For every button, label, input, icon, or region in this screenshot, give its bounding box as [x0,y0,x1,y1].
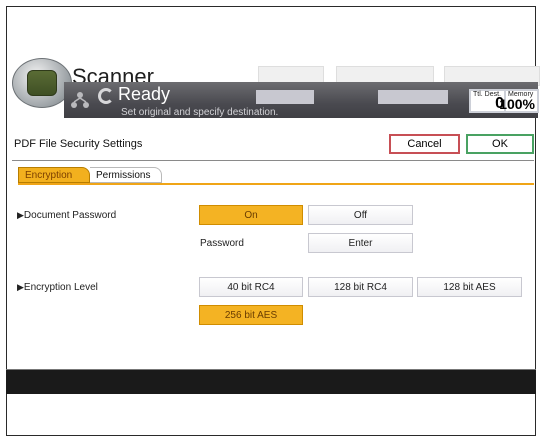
level-128-aes-button[interactable]: 128 bit AES [417,277,522,297]
network-status-icon [71,92,89,108]
password-on-button[interactable]: On [199,205,303,225]
level-256-aes-button[interactable]: 256 bit AES [199,305,303,325]
tab-permissions[interactable]: Permissions [90,167,162,183]
tab-underline [18,183,534,185]
scanner-logo-glyph [27,70,57,96]
status-field-1 [256,90,314,104]
header: Scanner Ready Set original and specify d… [12,58,540,130]
level-40-rc4-button[interactable]: 40 bit RC4 [199,277,303,297]
password-label: Password [200,238,244,249]
status-subtext: Set original and specify destination. [121,107,279,118]
document-password-label: Document Password [23,210,117,221]
divider [12,160,534,161]
tab-encryption[interactable]: Encryption [18,167,90,183]
password-enter-button[interactable]: Enter [308,233,413,253]
scanner-logo-icon [12,58,72,108]
status-ready: Ready [118,84,171,104]
ok-button[interactable]: OK [466,134,534,154]
password-off-button[interactable]: Off [308,205,413,225]
cancel-button[interactable]: Cancel [389,134,460,154]
dialog-title: PDF File Security Settings [14,138,143,150]
triangle-right-icon: ▶ [17,210,24,220]
ready-spinner-icon [98,88,114,104]
status-field-2 [378,90,448,104]
triangle-right-icon: ▶ [17,282,24,292]
memory-indicator: Memory 100% [499,89,539,113]
memory-value: 100% [499,96,535,112]
bottom-bar [6,370,536,394]
document-password-row: ▶Document Password [17,210,116,221]
encryption-level-label: Encryption Level [23,282,98,293]
encryption-level-row: ▶Encryption Level [17,282,98,293]
level-128-rc4-button[interactable]: 128 bit RC4 [308,277,413,297]
